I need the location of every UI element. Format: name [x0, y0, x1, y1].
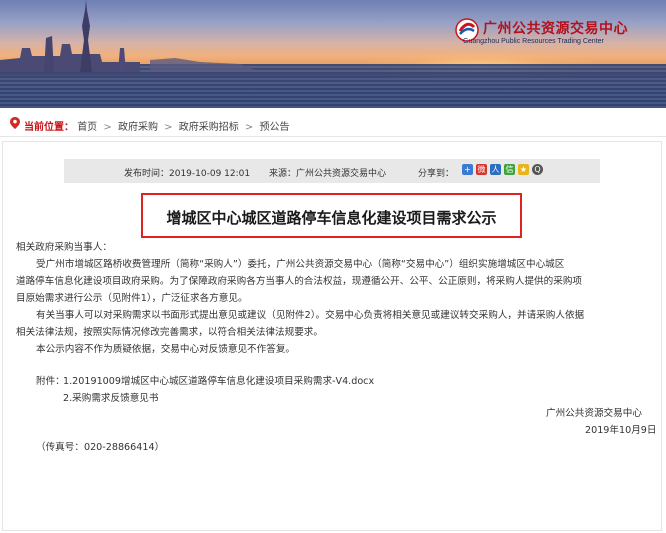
site-logo[interactable]: 广州公共资源交易中心 Guangzhou Public Resources Tr…	[455, 16, 655, 52]
attachment-link-1[interactable]: 1.20191009增城区中心城区道路停车信息化建设项目采购需求-V4.docx	[63, 373, 374, 390]
fax-number: （传真号：020-28866414）	[36, 442, 165, 453]
breadcrumb-colon: ：	[64, 122, 74, 133]
share-label: 分享到：	[418, 169, 455, 179]
article-title: 增城区中心城区道路停车信息化建设项目需求公示	[166, 209, 497, 227]
renren-icon[interactable]: 人	[490, 164, 501, 175]
breadcrumb-item-gov-tender[interactable]: 政府采购招标	[179, 122, 239, 133]
paragraph-2-line-2: 相关法律法规，按照实际情况修改完善需求，以符合相关法律法规要求。	[16, 327, 323, 338]
breadcrumb-separator: >	[244, 122, 254, 133]
wechat-icon[interactable]: 信	[504, 164, 515, 175]
breadcrumb: 当前位置： 首页 > 政府采购 > 政府采购招标 > 预公告	[24, 118, 289, 133]
breadcrumb-label: 当前位置	[24, 122, 64, 133]
paragraph-3: 本公示内容不作为质疑依据，交易中心对反馈意见不作答复。	[36, 344, 296, 355]
plus-icon[interactable]: +	[462, 164, 473, 175]
article-meta-bar: 发布时间：2019-10-09 12:01 来源：广州公共资源交易中心 分享到：…	[64, 159, 600, 183]
location-pin-icon	[10, 117, 20, 129]
logo-title-cn: 广州公共资源交易中心	[483, 21, 628, 37]
logo-title-en: Guangzhou Public Resources Trading Cente…	[463, 38, 604, 45]
article-greeting: 相关政府采购当事人：	[16, 242, 112, 253]
breadcrumb-item-pre-announcement[interactable]: 预公告	[259, 122, 289, 133]
paragraph-1-line-2: 道路停车信息化建设项目政府采购。为了保障政府采购各方当事人的合法权益，现遵循公开…	[16, 276, 583, 287]
breadcrumb-item-home[interactable]: 首页	[77, 122, 97, 133]
attachment-link-2[interactable]: 2.采购需求反馈意见书	[63, 390, 159, 407]
signature-organization: 广州公共资源交易中心	[546, 408, 642, 419]
qq-zone-icon[interactable]: ★	[518, 164, 529, 175]
paragraph-1-line-3: 目原始需求进行公示（见附件1），广泛征求各方意见。	[16, 293, 248, 304]
breadcrumb-separator: >	[164, 122, 173, 133]
breadcrumb-item-gov-procurement[interactable]: 政府采购	[118, 122, 158, 133]
breadcrumb-separator: >	[103, 122, 112, 133]
breadcrumb-bar: 当前位置： 首页 > 政府采购 > 政府采购招标 > 预公告	[0, 110, 666, 137]
header-banner: 广州公共资源交易中心 Guangzhou Public Resources Tr…	[0, 0, 666, 108]
title-highlight-box: 增城区中心城区道路停车信息化建设项目需求公示	[141, 193, 522, 238]
article-panel: 发布时间：2019-10-09 12:01 来源：广州公共资源交易中心 分享到：…	[2, 141, 662, 531]
paragraph-2-line-1: 有关当事人可以对采购需求以书面形式提出意见或建议（见附件2）。交易中心负责将相关…	[36, 310, 585, 321]
article-source: 来源：广州公共资源交易中心	[269, 169, 387, 179]
publish-time: 发布时间：2019-10-09 12:01	[124, 169, 251, 179]
sina-weibo-icon[interactable]: 微	[476, 164, 487, 175]
tencent-weibo-icon[interactable]: Q	[532, 164, 543, 175]
attachments-label: 附件：	[36, 376, 65, 387]
signature-date: 2019年10月9日	[585, 425, 657, 436]
paragraph-1-line-1: 受广州市增城区路桥收费管理所（简称“采购人”）委托，广州公共资源交易中心（简称“…	[36, 259, 565, 270]
